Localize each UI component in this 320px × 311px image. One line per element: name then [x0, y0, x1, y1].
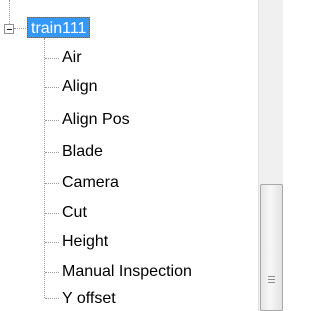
collapse-toggle-icon[interactable] [4, 24, 14, 34]
tree-connector-root [14, 28, 26, 29]
tree-node-align-pos[interactable]: Align Pos [62, 110, 130, 130]
scrollbar-thumb[interactable] [260, 184, 283, 311]
tree-connector-children [44, 38, 45, 298]
tree-connector-branch [45, 298, 59, 299]
tree-connector-branch [45, 87, 59, 88]
tree-node-y-offset[interactable]: Y offset [62, 289, 116, 309]
tree-node-camera[interactable]: Camera [62, 173, 119, 193]
tree-connector-branch [45, 242, 59, 243]
tree-node-height[interactable]: Height [62, 232, 108, 252]
tree-node-manual-inspection[interactable]: Manual Inspection [62, 262, 192, 282]
tree-node-blade[interactable]: Blade [62, 142, 103, 162]
tree-node-cut[interactable]: Cut [62, 203, 87, 223]
tree-root-node[interactable]: train111 [27, 17, 91, 38]
tree-connector-branch [45, 272, 59, 273]
grip-icon [268, 276, 275, 285]
tree-connector-branch [45, 58, 59, 59]
tree-connector-branch [45, 183, 59, 184]
tree-connector-top [9, 0, 10, 24]
vertical-scrollbar[interactable] [258, 0, 283, 311]
tree-view[interactable]: train111 Air Align Align Pos Blade Camer… [0, 0, 258, 311]
tree-node-air[interactable]: Air [62, 48, 82, 68]
tree-connector-branch [45, 213, 59, 214]
tree-connector-branch [45, 152, 59, 153]
tree-connector-branch [45, 120, 59, 121]
tree-node-align[interactable]: Align [62, 77, 98, 97]
